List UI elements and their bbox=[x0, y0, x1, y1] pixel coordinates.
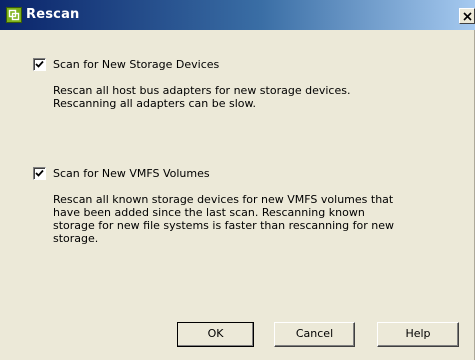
checkmark-icon bbox=[35, 60, 44, 68]
window-title: Rescan bbox=[26, 7, 80, 22]
cancel-button[interactable]: Cancel bbox=[274, 322, 355, 347]
description-line: Rescan all known storage devices for new… bbox=[53, 193, 394, 206]
description-line: storage for new file systems is faster t… bbox=[53, 219, 394, 232]
checkmark-icon bbox=[35, 169, 44, 177]
title-bar[interactable]: Rescan bbox=[0, 0, 475, 30]
rescan-dialog: Rescan Scan for New Storage Devices Resc… bbox=[0, 0, 475, 360]
scan-storage-devices-checkbox[interactable] bbox=[33, 58, 46, 71]
scan-vmfs-volumes-description: Rescan all known storage devices for new… bbox=[53, 193, 463, 245]
help-button[interactable]: Help bbox=[377, 322, 459, 347]
scan-storage-devices-label[interactable]: Scan for New Storage Devices bbox=[53, 58, 219, 71]
close-icon bbox=[463, 12, 472, 21]
close-button[interactable] bbox=[459, 8, 475, 24]
scan-storage-devices-description: Rescan all host bus adapters for new sto… bbox=[53, 84, 463, 110]
vmware-app-icon bbox=[6, 7, 22, 23]
description-line: storage. bbox=[53, 232, 99, 245]
scan-vmfs-volumes-label[interactable]: Scan for New VMFS Volumes bbox=[53, 167, 210, 180]
description-line: Rescanning all adapters can be slow. bbox=[53, 97, 257, 110]
ok-button[interactable]: OK bbox=[177, 322, 254, 347]
description-line: Rescan all host bus adapters for new sto… bbox=[53, 84, 351, 97]
description-line: have been added since the last scan. Res… bbox=[53, 206, 365, 219]
scan-vmfs-volumes-checkbox[interactable] bbox=[33, 167, 46, 180]
